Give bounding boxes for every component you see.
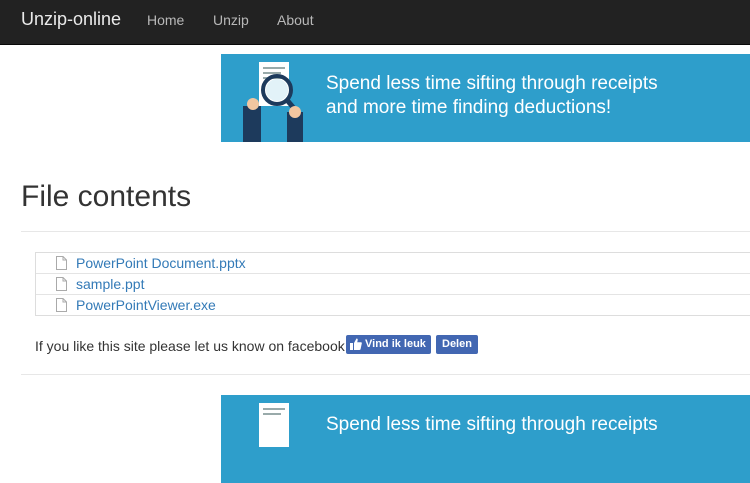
file-list: PowerPoint Document.pptx sample.ppt Powe…: [35, 252, 750, 316]
file-link[interactable]: PowerPointViewer.exe: [76, 297, 216, 313]
facebook-prompt: If you like this site please let us know…: [35, 338, 349, 354]
navbar: Unzip-online Home Unzip About: [0, 0, 750, 45]
list-item: PowerPointViewer.exe: [36, 294, 750, 315]
receipt-magnifier-icon: [243, 62, 303, 142]
file-icon: [56, 298, 67, 312]
nav-home-link[interactable]: Home: [147, 12, 184, 28]
ad-line-1: Spend less time sifting through receipts: [326, 414, 658, 435]
facebook-like-button[interactable]: Vind ik leuk: [346, 335, 431, 354]
list-item: sample.ppt: [36, 273, 750, 294]
divider: [21, 374, 750, 375]
list-item: PowerPoint Document.pptx: [36, 253, 750, 273]
receipt-magnifier-icon: [259, 403, 289, 447]
file-icon: [56, 256, 67, 270]
thumbs-up-icon: [350, 338, 362, 350]
facebook-share-button[interactable]: Delen: [436, 335, 478, 354]
file-link[interactable]: PowerPoint Document.pptx: [76, 255, 246, 271]
ad-text: Spend less time sifting through receipts: [326, 413, 658, 437]
ad-line-2: and more time finding deductions!: [326, 97, 612, 118]
ad-text: Spend less time sifting through receipts…: [326, 72, 658, 120]
nav-about-link[interactable]: About: [277, 12, 314, 28]
page-title: File contents: [21, 180, 192, 213]
ad-banner-bottom[interactable]: Spend less time sifting through receipts: [221, 395, 750, 483]
file-link[interactable]: sample.ppt: [76, 276, 144, 292]
divider: [21, 231, 750, 232]
file-icon: [56, 277, 67, 291]
ad-line-1: Spend less time sifting through receipts: [326, 73, 658, 94]
ad-banner-top[interactable]: Spend less time sifting through receipts…: [221, 54, 750, 142]
like-label: Vind ik leuk: [365, 338, 426, 350]
nav-unzip-link[interactable]: Unzip: [213, 12, 249, 28]
brand-link[interactable]: Unzip-online: [21, 9, 121, 30]
